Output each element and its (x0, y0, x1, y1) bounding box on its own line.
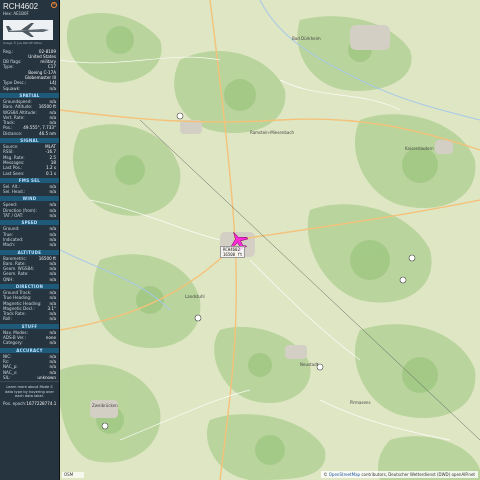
section-stuff[interactable]: STUFF (0, 323, 59, 329)
row-key: Sel. Head.: (3, 189, 26, 195)
section-accuracy[interactable]: ACCURACY (0, 347, 59, 353)
spatial-row: Distance: 46.5 nm (0, 131, 59, 136)
row-value: 46.5 nm (39, 130, 56, 136)
section-altitude[interactable]: ALTITUDE (0, 249, 59, 255)
row-key: TAT / OAT: (3, 213, 24, 219)
row-key: SIL: (3, 374, 11, 380)
row-key: Squawk: (3, 85, 21, 91)
info-row: Boeing C-17A Globemaster III (0, 70, 59, 81)
altitude-row: QNH: n/a (0, 277, 59, 282)
map-logo: OSM (62, 472, 84, 478)
close-icon[interactable]: × (51, 2, 57, 8)
row-value: n/a (49, 340, 56, 346)
plane-photo-icon (3, 20, 53, 41)
wind-row: TAT / OAT: n/a (0, 213, 59, 218)
map-view[interactable]: Bad Dürkheim Neustadt Landstuhl Zweibrüc… (60, 0, 480, 480)
map-label: Neustadt (300, 362, 319, 367)
aircraft-label[interactable]: RCH4602 16500 ft (220, 246, 246, 258)
map-canvas[interactable] (60, 0, 480, 480)
info-note: Learn more about Mode S data type by hov… (5, 385, 54, 399)
divider (0, 381, 59, 383)
section-speed[interactable]: SPEED (0, 220, 59, 226)
photo-credit: Image © Joe Petroff Other (3, 41, 43, 46)
row-value: unknown (37, 374, 56, 380)
pos-epoch-row: Pos. epoch: 1677228774.1 (0, 401, 59, 406)
aircraft-info-panel: RCH4602 Hex: AE1B0F × Image © Joe Petrof… (0, 0, 60, 480)
row-key: Last Seen: (3, 170, 25, 176)
hex-code: Hex: AE1B0F (3, 11, 29, 16)
row-value: n/a (49, 213, 56, 219)
accuracy-row: SIL: unknown (0, 375, 59, 380)
map-label: Landstuhl (185, 294, 205, 299)
callsign: RCH4602 (3, 2, 39, 11)
row-key: Mach: (3, 242, 16, 248)
speed-row: Mach: n/a (0, 242, 59, 247)
signal-row: Last Seen: 0.1 s (0, 171, 59, 176)
row-key: Roll: (3, 316, 12, 322)
section-direction[interactable]: DIRECTION (0, 283, 59, 289)
attribution-link[interactable]: OpenStreetMap (329, 472, 360, 477)
row-value: n/a (49, 85, 56, 91)
panel-header: RCH4602 Hex: AE1B0F × (0, 0, 59, 17)
info-row: Squawk: n/a (0, 86, 59, 91)
row-key: Category: (3, 340, 23, 346)
map-label: Kaiserslautern (405, 146, 434, 151)
map-label: Zweibrücken (92, 403, 118, 408)
map-label: Ramstein-Miesenbach (250, 130, 295, 135)
map-label: Bad Dürkheim (292, 36, 321, 41)
info-rows: Reg.: 02-8109 United States DB flags: mili… (0, 49, 59, 91)
section-fms[interactable]: FMS SEL (0, 177, 59, 183)
aircraft-photo[interactable] (3, 20, 53, 41)
row-key: Pos. epoch: (3, 400, 27, 406)
row-value: n/a (49, 276, 56, 282)
row-value: n/a (49, 316, 56, 322)
row-value: Boeing C-17A Globemaster III (24, 69, 56, 81)
row-key: Distance: (3, 130, 23, 136)
aircraft-label-altitude: 16500 ft (223, 252, 243, 257)
row-value: n/a (49, 189, 56, 195)
map-label: Pirmasens (350, 400, 371, 405)
row-key: QNH: (3, 276, 14, 282)
section-signal[interactable]: SIGNAL (0, 138, 59, 144)
stuff-row: Category: n/a (0, 340, 59, 345)
row-key: Reg.: (3, 48, 14, 54)
row-value: 0.1 s (46, 170, 56, 176)
row-value: n/a (49, 242, 56, 248)
fms-row: Sel. Head.: n/a (0, 189, 59, 194)
direction-row: Roll: n/a (0, 316, 59, 321)
attribution-text: contributors, Deutscher Wetterdienst (DW… (360, 472, 475, 477)
row-value: 1677228774.1 (26, 400, 57, 406)
section-wind[interactable]: WIND (0, 196, 59, 202)
map-attribution: © OpenStreetMap contributors, Deutscher … (320, 471, 478, 478)
section-spatial[interactable]: SPATIAL (0, 92, 59, 98)
